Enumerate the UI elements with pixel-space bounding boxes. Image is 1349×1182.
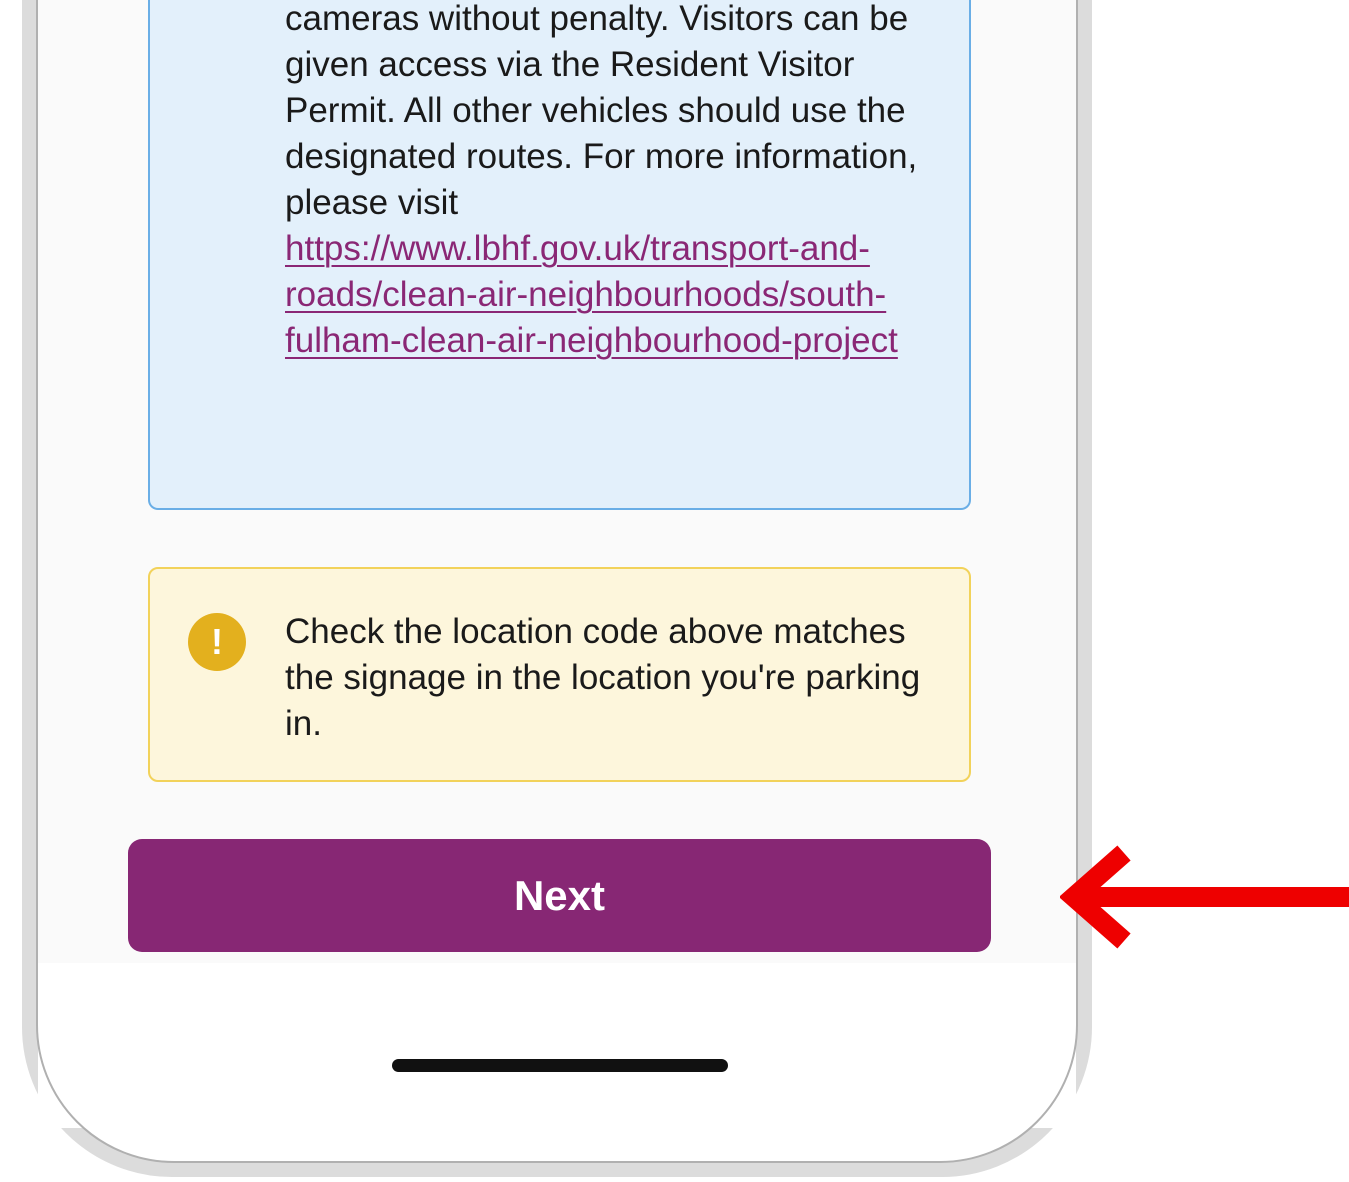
- app-screen: cameras without penalty. Visitors can be…: [38, 0, 1076, 963]
- warning-notice-box: ! Check the location code above matches …: [148, 567, 971, 782]
- info-notice-box: cameras without penalty. Visitors can be…: [148, 0, 971, 510]
- warning-notice-text: Check the location code above matches th…: [285, 612, 921, 743]
- info-notice-link[interactable]: https://www.lbhf.gov.uk/transport-and-ro…: [285, 229, 898, 360]
- info-notice-text: cameras without penalty. Visitors can be…: [285, 0, 945, 364]
- home-area: [38, 978, 1076, 1128]
- home-indicator[interactable]: [392, 1059, 728, 1072]
- red-arrow-icon: [1060, 845, 1349, 949]
- exclamation-circle-icon: !: [188, 613, 246, 671]
- info-notice-body: cameras without penalty. Visitors can be…: [285, 0, 918, 222]
- next-button[interactable]: Next: [128, 839, 991, 952]
